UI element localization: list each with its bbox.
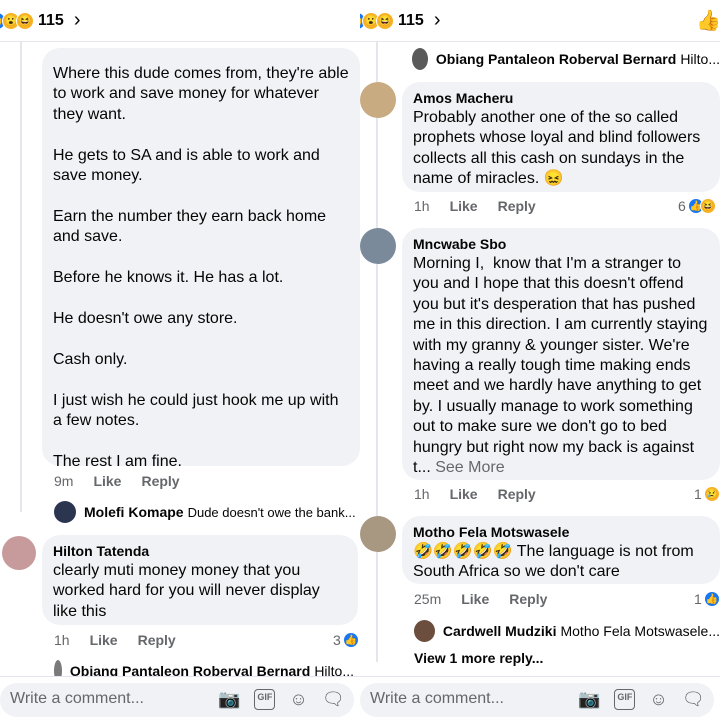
like-button[interactable]: Like [450,198,478,214]
composer-tools: 📷 GIF ☺ 🗨 [578,689,705,710]
emoji: 🤣🤣🤣🤣🤣 [413,543,513,560]
right-pane: 👍 👍 😮 😆 115 › 👍 Obiang Pantaleon Roberva… [360,0,720,720]
reply-text: Dude doesn't owe the bank... [187,504,356,520]
reply-preview[interactable]: Molefi Komape Dude doesn't owe the bank.… [54,501,360,523]
reactions-header: 👍 😮 😆 115 › [0,0,360,42]
reply-author: Molefi Komape [84,504,184,520]
sticker-icon[interactable]: 🗨 [682,689,705,710]
reaction-count: 6 [678,198,686,214]
comment-placeholder: Write a comment... [10,690,144,707]
camera-icon[interactable]: 📷 [218,689,240,710]
reaction-count: 3 [333,632,341,648]
reply-button[interactable]: Reply [141,473,179,489]
comment-actions: 1h Like Reply [414,198,536,214]
like-icon: 👍 [342,632,359,648]
haha-icon: 😆 [16,11,34,30]
comment-time: 1h [414,486,430,502]
view-more-replies-link[interactable]: View 1 more reply... [414,650,543,666]
comment-reactions[interactable]: 6 👍 😆 [678,198,716,214]
thread-line [20,42,22,512]
comment-author[interactable]: Mncwabe Sbo [413,236,709,252]
reply-button[interactable]: Reply [138,632,176,648]
avatar[interactable] [360,516,396,552]
comment-time: 9m [54,473,74,489]
comment-composer: Write a comment... 📷 GIF ☺ 🗨 [0,676,360,720]
comment-time: 1h [54,632,70,648]
chevron-right-icon[interactable]: › [434,9,441,32]
reactions-header: 👍 👍 😮 😆 115 › 👍 [360,0,720,42]
thumbs-up-icon[interactable]: 👍 [696,8,720,33]
gif-icon[interactable]: GIF [614,689,636,710]
comment-time: 25m [414,591,442,607]
comment-bubble: Mncwabe Sbo Morning I, know that I'm a s… [402,228,720,480]
comment-bubble: Motho Fela Motswasele 🤣🤣🤣🤣🤣 The language… [402,516,720,584]
reply-button[interactable]: Reply [498,198,536,214]
comment-reactions[interactable]: 1 😢 [694,486,720,502]
reply-preview[interactable]: Obiang Pantaleon Roberval Bernard Hilto.… [412,48,720,70]
reaction-count: 1 [694,591,702,607]
comment-bubble: Hilton Tatenda clearly muti money money … [42,535,358,625]
comment-composer: Write a comment... 📷 GIF ☺ 🗨 [360,676,720,720]
sticker-icon[interactable]: 🗨 [322,689,345,710]
comment-author[interactable]: Hilton Tatenda [53,543,347,559]
reply-author: Obiang Pantaleon Roberval Bernard [435,51,677,67]
avatar [414,620,435,642]
comment-actions: 1h Like Reply [414,486,536,502]
reaction-count: 1 [694,486,702,502]
gif-icon[interactable]: GIF [254,689,276,710]
reply-author: Cardwell Mudziki [442,623,557,639]
comment-text: Where this dude comes from, they're able… [53,65,349,470]
smiley-icon[interactable]: ☺ [649,689,667,710]
reaction-count: 115 [398,11,424,29]
comment-bubble: Where this dude comes from, they're able… [42,48,360,470]
chevron-right-icon[interactable]: › [74,9,81,32]
comment-text: 🤣🤣🤣🤣🤣 The language is not from South Afr… [413,542,709,583]
reactions-summary[interactable]: 👍 👍 😮 😆 115 › [360,9,440,32]
avatar[interactable] [2,536,36,570]
comment-bubble: Amos Macheru Probably another one of the… [402,82,720,192]
comment-reactions[interactable]: 3 👍 [333,632,359,648]
emoji: 😖 [543,170,564,188]
avatar[interactable] [360,82,396,118]
sad-icon: 😢 [703,486,720,502]
reactions-summary[interactable]: 👍 😮 😆 115 › [0,9,80,32]
comment-actions: 9m Like Reply [54,473,180,489]
thread-line [376,42,378,662]
see-more-link[interactable]: See More [435,459,504,476]
avatar [412,48,428,70]
haha-icon: 😆 [376,11,394,30]
reply-button[interactable]: Reply [498,486,536,502]
comment-text: clearly muti money money that you worked… [53,562,325,620]
reply-text: Hilto... [680,51,720,67]
comment-text: Probably another one of the so called pr… [413,108,709,190]
reply-preview[interactable]: Cardwell Mudziki Motho Fela Motswasele..… [414,620,720,642]
comment-author[interactable]: Motho Fela Motswasele [413,524,709,540]
smiley-icon[interactable]: ☺ [289,689,307,710]
reply-text: Motho Fela Motswasele... [560,623,720,639]
comment-author[interactable]: Amos Macheru [413,90,709,106]
like-button[interactable]: Like [450,486,478,502]
like-button[interactable]: Like [90,632,118,648]
comment-text: Morning I, know that I'm a stranger to y… [413,254,709,478]
comment-reactions[interactable]: 1 👍 [694,591,720,607]
like-icon: 👍 [703,591,720,607]
composer-tools: 📷 GIF ☺ 🗨 [218,689,345,710]
avatar[interactable] [360,228,396,264]
comment-time: 1h [414,198,430,214]
left-pane: 👍 😮 😆 115 › Where this dude comes from, … [0,0,360,720]
reaction-count: 115 [38,11,64,29]
like-button[interactable]: Like [93,473,121,489]
camera-icon[interactable]: 📷 [578,689,600,710]
comment-body: Morning I, know that I'm a stranger to y… [413,255,712,477]
comment-actions: 25m Like Reply [414,591,547,607]
reply-button[interactable]: Reply [509,591,547,607]
like-button[interactable]: Like [461,591,489,607]
avatar [54,501,76,523]
comment-placeholder: Write a comment... [370,690,504,707]
haha-icon: 😆 [699,198,716,214]
comment-actions: 1h Like Reply [54,632,176,648]
